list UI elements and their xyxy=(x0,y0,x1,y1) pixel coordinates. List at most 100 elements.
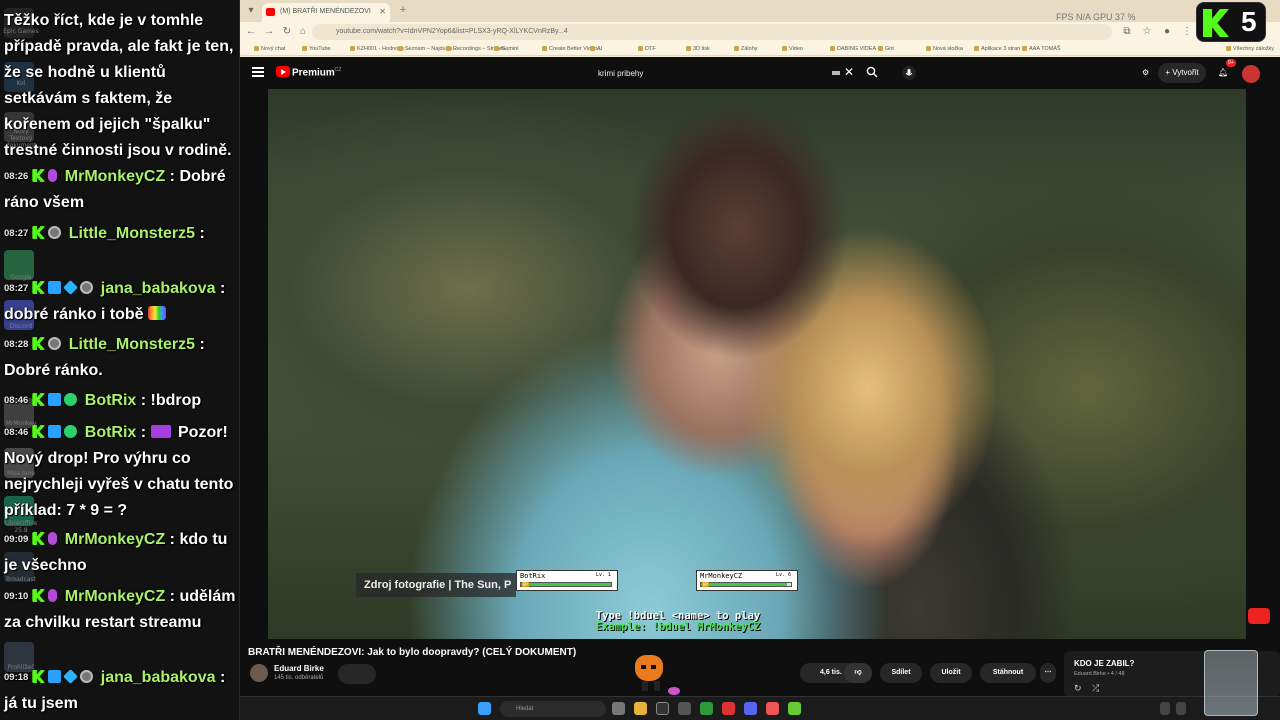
kick-count: 5 xyxy=(1241,6,1257,37)
bookmark-item[interactable]: DABING VIDEA xyxy=(830,44,876,54)
bookmark-item[interactable]: Nový chat xyxy=(254,44,285,54)
search-input[interactable]: krimi pribehy xyxy=(590,63,860,85)
hamburger-menu-icon[interactable] xyxy=(252,67,264,77)
bookmark-item[interactable]: Všechny záložky xyxy=(1226,44,1274,54)
new-tab-button[interactable]: + xyxy=(396,3,410,17)
chrome-taskbar-icon[interactable] xyxy=(766,702,779,715)
chat-message-text: dobré ránko i tobě xyxy=(4,306,144,323)
start-icon[interactable] xyxy=(478,702,491,715)
bookmark-star-icon[interactable]: ☆ xyxy=(1140,25,1154,39)
home-icon[interactable]: ⌂ xyxy=(296,25,310,39)
chat-username[interactable]: MrMonkeyCZ xyxy=(65,168,165,185)
chat-username[interactable]: jana_babakova xyxy=(101,669,216,686)
discord-taskbar-icon[interactable] xyxy=(744,702,757,715)
follower-badge-icon xyxy=(80,670,94,683)
share-button[interactable]: Sdílet xyxy=(880,663,922,683)
bookmark-item[interactable]: YouTube xyxy=(302,44,331,54)
video-player[interactable]: Zdroj fotografie | The Sun, P BotRix Lv.… xyxy=(268,89,1246,639)
tray-chevron-icon[interactable] xyxy=(1160,702,1170,715)
reload-icon[interactable]: ↻ xyxy=(280,25,294,39)
bookmark-item[interactable]: Nová složka xyxy=(926,44,963,54)
kick-badge-icon xyxy=(32,532,46,545)
youtube-premium-brand[interactable]: PremiumCZ xyxy=(292,67,341,78)
tiktok-icon[interactable] xyxy=(656,702,669,715)
bookmark-item[interactable]: Aplikace 3 stran xyxy=(974,44,1020,54)
kick-badge-icon xyxy=(32,337,46,350)
kick-viewer-counter: 5 xyxy=(1196,2,1266,42)
chat-username[interactable]: BotRix xyxy=(85,424,137,441)
chat-username[interactable]: MrMonkeyCZ xyxy=(65,531,165,548)
bookmark-item[interactable]: Zálohy xyxy=(734,44,758,54)
verified-badge-icon xyxy=(64,425,78,438)
broadcaster-mic-icon xyxy=(48,589,58,602)
stream-chat-overlay: Epic Games Kol Nový Textový dokument Goo… xyxy=(0,0,240,720)
broadcaster-mic-icon xyxy=(48,169,58,182)
subscription-bell-button[interactable] xyxy=(338,664,376,684)
voice-search-icon[interactable] xyxy=(902,66,916,80)
photo-credit-caption: Zdroj fotografie | The Sun, P xyxy=(356,573,516,597)
extensions-icon[interactable]: ⧉ xyxy=(1120,25,1134,39)
video-title: BRATŘI MENÉNDEZOVI: Jak to bylo doopravd… xyxy=(248,647,577,658)
bookmark-item[interactable]: Grit xyxy=(878,44,894,54)
clear-search-icon[interactable]: ✕ xyxy=(844,65,854,79)
bookmark-item[interactable]: AAA TOMÁŠ xyxy=(1022,44,1061,54)
chat-message-text: já tu jsem xyxy=(4,695,78,712)
xbox-icon[interactable] xyxy=(700,702,713,715)
profile-icon[interactable]: ● xyxy=(1160,25,1174,39)
more-actions-button[interactable]: ⋯ xyxy=(1040,663,1056,683)
save-button[interactable]: Uložit xyxy=(930,663,972,683)
channel-avatar[interactable] xyxy=(250,664,268,682)
browser-window: ▾ (M) BRATŘI MENÉNDEZOVI ✕ + ← → ↻ ⌂ you… xyxy=(240,0,1280,720)
dislike-button[interactable]: 👎︎ xyxy=(844,663,872,683)
crown-emote-icon xyxy=(150,425,171,438)
follower-badge-icon xyxy=(48,337,62,350)
create-button[interactable]: + Vytvořit xyxy=(1158,63,1206,83)
gift-badge-icon xyxy=(63,669,79,684)
duel-player-name: MrMonkeyCZ xyxy=(700,572,743,580)
taskbar-search[interactable]: Hledat xyxy=(500,701,606,717)
youtube-logo-icon[interactable] xyxy=(276,66,290,77)
chat-username[interactable]: Little_Monsterz5 xyxy=(69,225,195,242)
media-player-icon[interactable] xyxy=(788,702,801,715)
app-icon[interactable] xyxy=(722,702,735,715)
keyboard-icon[interactable] xyxy=(832,71,840,75)
bookmark-item[interactable]: Video xyxy=(782,44,803,54)
url-field[interactable]: youtube.com/watch?v=IdnVPN2Yop6&list=PLS… xyxy=(312,24,1112,40)
chat-message-text: Těžko říct, kde je v tomhle případě prav… xyxy=(4,12,234,159)
search-icon[interactable] xyxy=(866,66,878,78)
chat-message: 08:46 BotRix : !bdrop xyxy=(4,392,202,409)
chat-username[interactable]: MrMonkeyCZ xyxy=(65,588,165,605)
chat-timestamp: 08:46 xyxy=(4,427,29,438)
network-icon[interactable] xyxy=(1176,702,1186,715)
duel-player-level: Lv. 1 xyxy=(595,572,611,578)
subscriber-badge-icon xyxy=(48,393,62,406)
browser-menu-icon[interactable]: ⋮ xyxy=(1180,25,1194,39)
chat-timestamp: 08:27 xyxy=(4,283,29,294)
account-avatar[interactable] xyxy=(1242,65,1260,83)
tab-menu-icon[interactable]: ▾ xyxy=(244,4,258,18)
tab-youtube[interactable]: (M) BRATŘI MENÉNDEZOVI ✕ xyxy=(262,3,390,22)
chat-message: 09:09 MrMonkeyCZ : kdo tu je všechno xyxy=(4,531,228,574)
channel-name[interactable]: Eduard Birke xyxy=(274,664,324,673)
bookmark-item[interactable]: Gemini xyxy=(494,44,518,54)
back-icon[interactable]: ← xyxy=(244,25,258,39)
settings-icon[interactable] xyxy=(678,702,691,715)
bookmark-item[interactable]: 3D tisk xyxy=(686,44,710,54)
chat-username[interactable]: BotRix xyxy=(85,392,137,409)
kick-badge-icon xyxy=(32,169,46,182)
bookmark-item[interactable]: DTF xyxy=(638,44,656,54)
file-explorer-icon[interactable] xyxy=(634,702,647,715)
cast-icon[interactable]: ⚙ xyxy=(1142,63,1149,83)
chat-message: 08:26 MrMonkeyCZ : Dobré ráno všem xyxy=(4,168,226,211)
shuffle-icon[interactable]: ⤮ xyxy=(1092,683,1099,694)
chat-username[interactable]: jana_babakova xyxy=(101,280,216,297)
chat-username[interactable]: Little_Monsterz5 xyxy=(69,336,195,353)
chat-message: 09:18 jana_babakova : já tu jsem xyxy=(4,669,226,712)
download-button[interactable]: Stáhnout xyxy=(980,663,1036,683)
tab-close-icon[interactable]: ✕ xyxy=(379,3,386,21)
duel-player-name: BotRix xyxy=(520,572,546,580)
forward-icon[interactable]: → xyxy=(262,25,276,39)
bookmark-item[interactable]: AI xyxy=(590,44,602,54)
task-view-icon[interactable] xyxy=(612,702,625,715)
loop-icon[interactable]: ↻ xyxy=(1074,683,1082,694)
